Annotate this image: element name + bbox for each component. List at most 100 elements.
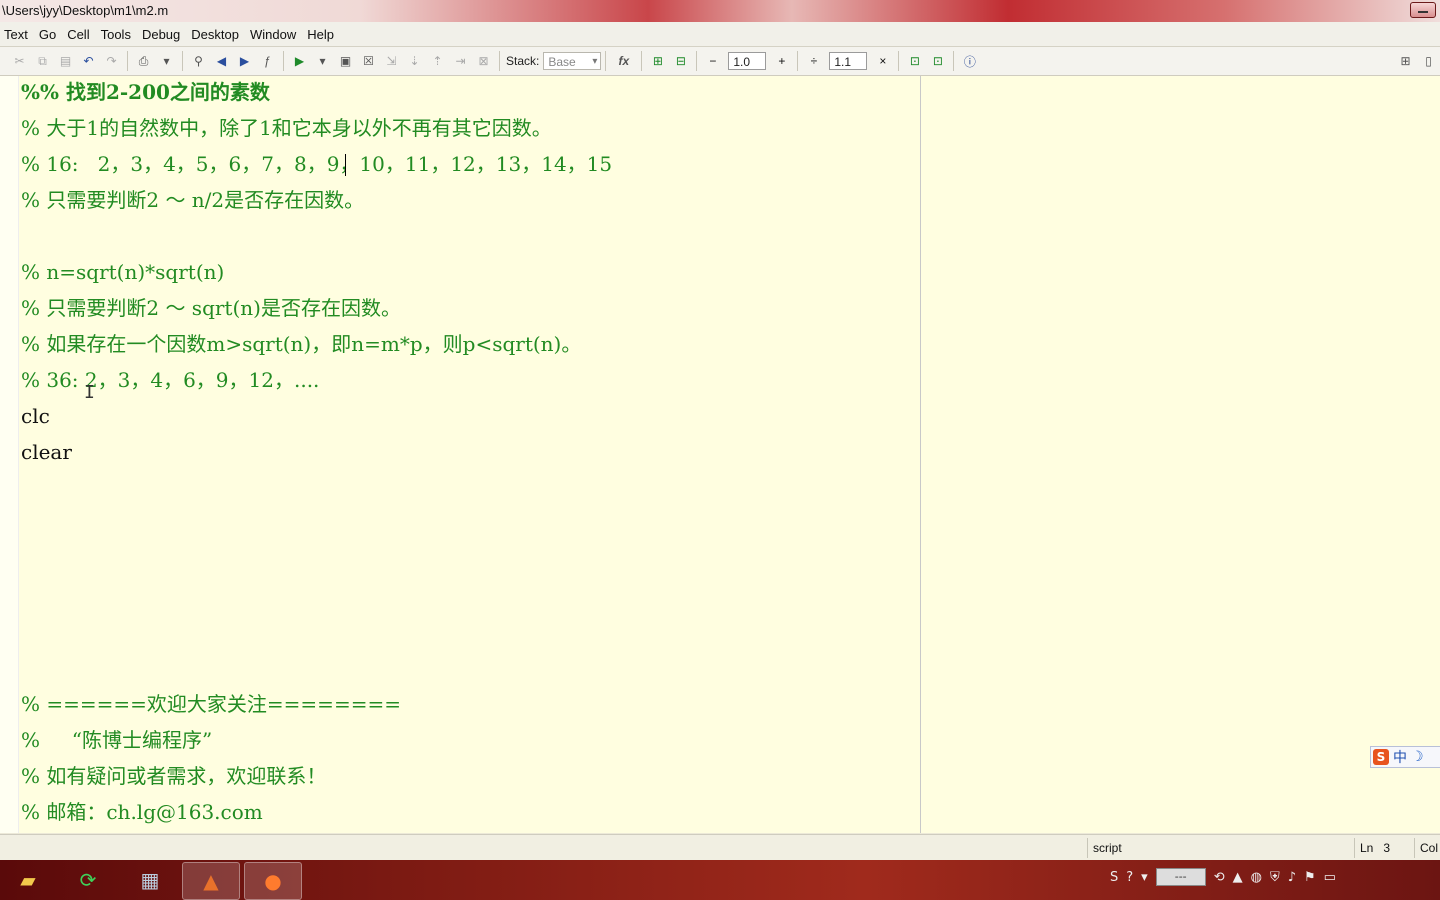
cut-icon[interactable]: ✂ (10, 51, 30, 71)
code-line[interactable]: % 如有疑问或者需求，欢迎联系！ (21, 761, 326, 791)
menu-window[interactable]: Window (246, 27, 303, 42)
toolbar-separator (898, 51, 900, 71)
increment-value-input[interactable]: 1.0 (728, 52, 767, 70)
code-line[interactable]: %% 找到2-200之间的素数 (21, 77, 270, 107)
window-title-path: \Users\jyy\Desktop\m1\m2.m (2, 3, 169, 18)
multiply-value-input[interactable]: 1.1 (829, 52, 868, 70)
paste-icon[interactable]: ▤ (56, 51, 76, 71)
taskbar: ▰ ⟳ ▦ ▲ ● S ? ▾ --- ⟲ ▲ ◍ ⛨ ♪ ⚑ ▭ (0, 860, 1440, 900)
publish-icon[interactable]: ⊡ (905, 51, 925, 71)
help-tray-icon[interactable]: ? (1126, 870, 1133, 885)
menu-tools[interactable]: Tools (97, 27, 138, 42)
code-line[interactable]: % “陈博士编程序” (21, 725, 212, 755)
sogou-icon[interactable]: S (1373, 749, 1389, 765)
tray-arrow-icon[interactable]: ▾ (1141, 870, 1148, 885)
minimize-button[interactable] (1410, 2, 1436, 18)
step-out-icon[interactable]: ⇡ (428, 51, 448, 71)
display-tray-icon[interactable]: ▭ (1324, 870, 1336, 885)
help-icon[interactable]: ⓘ (960, 51, 980, 71)
set-breakpoint-icon[interactable]: ▣ (336, 51, 356, 71)
toolbar-separator (182, 51, 183, 71)
file-explorer-icon[interactable]: ▰ (0, 862, 56, 898)
step-in-icon[interactable]: ⇣ (405, 51, 425, 71)
sync-tray-icon[interactable]: ⟲ (1214, 870, 1225, 885)
matlab-taskbar-icon[interactable]: ▲ (182, 862, 240, 900)
function-browser-icon[interactable]: ƒ (258, 51, 278, 71)
toolbar-separator (499, 51, 500, 71)
insert-cell-icon[interactable]: ⊞ (648, 51, 668, 71)
code-line[interactable]: % 邮箱：ch.lg@163.com (21, 797, 263, 827)
back-icon[interactable]: ◀ (212, 51, 232, 71)
redo-icon[interactable]: ↷ (102, 51, 122, 71)
menu-bar: Text Go Cell Tools Debug Desktop Window … (0, 22, 1440, 47)
editor-gutter (0, 76, 19, 833)
system-tray: S ? ▾ --- ⟲ ▲ ◍ ⛨ ♪ ⚑ ▭ (1110, 868, 1336, 886)
undo-icon[interactable]: ↶ (79, 51, 99, 71)
stack-select[interactable]: Base (543, 52, 602, 71)
decrement-button[interactable]: − (703, 51, 723, 71)
menu-desktop[interactable]: Desktop (187, 27, 246, 42)
multiply-button[interactable]: × (873, 51, 893, 71)
tray-input[interactable]: --- (1155, 868, 1206, 886)
cell-mode-icon[interactable]: ⊟ (671, 51, 691, 71)
stack-label: Stack: (506, 54, 540, 68)
code-line[interactable]: % ======欢迎大家关注======== (21, 689, 401, 719)
menu-cell[interactable]: Cell (63, 27, 96, 42)
fx-icon[interactable]: fx (612, 51, 636, 71)
continue-icon[interactable]: ⇥ (451, 51, 471, 71)
status-mode: script (1087, 838, 1355, 858)
print-icon[interactable]: ⎙ (134, 51, 154, 71)
recorder-taskbar-icon[interactable]: ● (244, 862, 302, 900)
code-line[interactable]: % 16: 2，3，4，5，6，7，8，9，10，11，12，13，14，15 (21, 149, 612, 179)
code-line[interactable]: % 只需要判断2 ～ sqrt(n)是否存在因数。 (21, 293, 401, 323)
find-icon[interactable]: ⚲ (189, 51, 209, 71)
exit-debug-icon[interactable]: ⊠ (474, 51, 494, 71)
status-line: Ln 3 (1354, 838, 1415, 858)
code-line[interactable]: % 如果存在一个因数m>sqrt(n)，即n=m*p，则p<sqrt(n)。 (21, 329, 581, 359)
ime-mode-chinese[interactable]: 中 (1393, 747, 1407, 767)
run-icon[interactable]: ▶ (290, 51, 310, 71)
code-line[interactable]: % 36: 2，3，4，6，9，12，.... (21, 365, 319, 395)
toolbar: ✂ ⧉ ▤ ↶ ↷ ⎙ ▾ ⚲ ◀ ▶ ƒ ▶ ▾ ▣ ☒ ⇲ ⇣ ⇡ ⇥ ⊠ … (0, 47, 1440, 76)
network-globe-icon[interactable]: ◍ (1251, 870, 1262, 885)
show-hidden-icons[interactable]: ▲ (1233, 870, 1243, 885)
menu-debug[interactable]: Debug (138, 27, 187, 42)
volume-icon[interactable]: ♪ (1288, 870, 1296, 885)
moon-icon[interactable]: ☽ (1411, 749, 1424, 765)
menu-text[interactable]: Text (0, 27, 35, 42)
toolbar-separator (605, 51, 607, 71)
status-bar: script Ln 3 Col (0, 834, 1440, 861)
print-options-icon[interactable]: ▾ (157, 51, 177, 71)
media-app-icon[interactable]: ▦ (122, 862, 178, 898)
ime-toolbar[interactable]: S 中 ☽ (1370, 746, 1440, 768)
menu-go[interactable]: Go (35, 27, 63, 42)
clear-breakpoints-icon[interactable]: ☒ (359, 51, 379, 71)
code-line[interactable]: % n=sqrt(n)*sqrt(n) (21, 257, 224, 287)
status-ln-value: 3 (1383, 841, 1391, 855)
editor-pane[interactable]: %% 找到2-200之间的素数 % 大于1的自然数中，除了1和它本身以外不再有其… (0, 76, 1440, 833)
code-line[interactable]: clc (21, 401, 50, 431)
title-bar: \Users\jyy\Desktop\m1\m2.m (0, 0, 1440, 22)
evaluate-cell-icon[interactable]: ⊡ (928, 51, 948, 71)
shield-tray-icon[interactable]: ⛨ (1270, 870, 1280, 885)
copy-icon[interactable]: ⧉ (33, 51, 53, 71)
increment-button[interactable]: + (772, 51, 792, 71)
split-tile-icon[interactable]: ⊞ (1396, 51, 1416, 71)
toolbar-separator (696, 51, 698, 71)
status-ln-label: Ln (1360, 841, 1374, 855)
run-options-icon[interactable]: ▾ (313, 51, 333, 71)
forward-icon[interactable]: ▶ (235, 51, 255, 71)
ibeam-cursor-icon: I (84, 382, 95, 403)
sogou-tray-icon[interactable]: S (1110, 870, 1118, 885)
refresh-app-icon[interactable]: ⟳ (60, 862, 116, 898)
flag-tray-icon[interactable]: ⚑ (1304, 870, 1316, 885)
code-line[interactable]: % 大于1的自然数中，除了1和它本身以外不再有其它因数。 (21, 113, 552, 143)
toolbar-separator (127, 51, 128, 71)
toolbar-separator (797, 51, 799, 71)
menu-help[interactable]: Help (303, 27, 341, 42)
code-line[interactable]: clear (21, 437, 72, 467)
step-icon[interactable]: ⇲ (382, 51, 402, 71)
divide-button[interactable]: ÷ (804, 51, 824, 71)
code-line[interactable]: % 只需要判断2 ～ n/2是否存在因数。 (21, 185, 364, 215)
split-columns-icon[interactable]: ▯ (1419, 51, 1439, 71)
